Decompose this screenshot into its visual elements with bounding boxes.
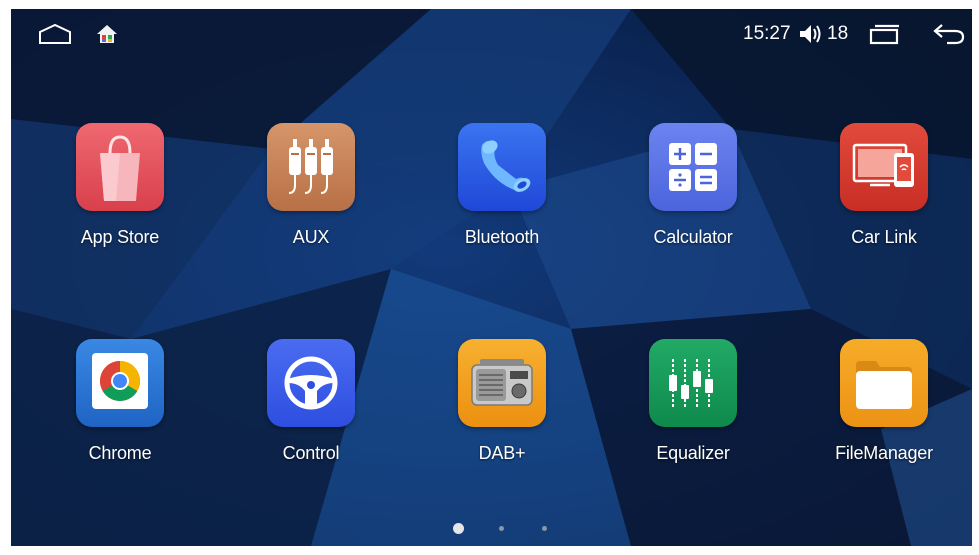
app-app-store[interactable]: App Store bbox=[45, 123, 195, 283]
page-dot-active[interactable] bbox=[453, 523, 464, 534]
app-label: Calculator bbox=[653, 227, 733, 247]
app-aux[interactable]: AUX bbox=[236, 123, 386, 283]
app-chrome[interactable]: Chrome bbox=[45, 339, 195, 499]
app-car-link[interactable]: Car Link bbox=[809, 123, 959, 283]
app-label: Car Link bbox=[851, 227, 917, 247]
app-control[interactable]: Control bbox=[236, 339, 386, 499]
chrome-icon bbox=[76, 339, 164, 427]
app-bluetooth[interactable]: Bluetooth bbox=[427, 123, 577, 283]
app-label: AUX bbox=[292, 227, 330, 247]
shopping-bag-icon bbox=[76, 123, 164, 211]
status-time: 15:27 bbox=[743, 23, 791, 44]
page-dot[interactable] bbox=[499, 526, 504, 531]
launcher-icon[interactable] bbox=[93, 17, 121, 51]
folder-icon bbox=[840, 339, 928, 427]
app-label: Control bbox=[282, 443, 340, 463]
home-screen: 15:27 18 App Store AUX Bluetooth Calcula… bbox=[11, 9, 972, 546]
app-label: App Store bbox=[80, 227, 160, 247]
recent-apps-icon[interactable] bbox=[866, 17, 904, 51]
radio-icon bbox=[458, 339, 546, 427]
back-icon[interactable] bbox=[929, 17, 969, 51]
calculator-icon bbox=[649, 123, 737, 211]
phone-screen-mirror-icon bbox=[840, 123, 928, 211]
app-calculator[interactable]: Calculator bbox=[618, 123, 768, 283]
app-label: Chrome bbox=[88, 443, 152, 463]
app-label: FileManager bbox=[835, 443, 933, 463]
volume-level: 18 bbox=[827, 23, 849, 44]
bluetooth-handset-icon bbox=[458, 123, 546, 211]
home-icon[interactable] bbox=[35, 17, 75, 51]
equalizer-sliders-icon bbox=[649, 339, 737, 427]
steering-wheel-icon bbox=[267, 339, 355, 427]
app-label: Bluetooth bbox=[464, 227, 540, 247]
volume-icon[interactable] bbox=[797, 17, 825, 51]
app-equalizer[interactable]: Equalizer bbox=[618, 339, 768, 499]
app-file-manager[interactable]: FileManager bbox=[809, 339, 959, 499]
audio-plugs-icon bbox=[267, 123, 355, 211]
app-label: Equalizer bbox=[656, 443, 730, 463]
app-dab-plus[interactable]: DAB+ bbox=[427, 339, 577, 499]
page-dot[interactable] bbox=[542, 526, 547, 531]
app-label: DAB+ bbox=[478, 443, 526, 463]
